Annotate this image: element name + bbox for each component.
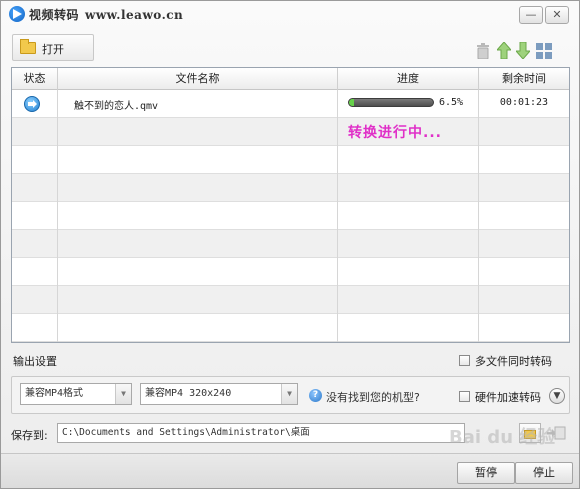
title-bar: 视频转码 www.leawo.cn — ✕ xyxy=(1,1,579,27)
column-divider xyxy=(478,90,479,342)
help-icon[interactable]: ? xyxy=(309,389,322,402)
chevron-down-icon: ▼ xyxy=(281,384,297,404)
hw-accel-label: 硬件加速转码 xyxy=(475,391,541,404)
progress-fill xyxy=(349,99,355,106)
profile-select[interactable]: 兼容MP4 320x240 ▼ xyxy=(140,383,298,405)
multi-file-checkbox[interactable] xyxy=(459,355,470,366)
table-row xyxy=(12,174,569,202)
trash-icon[interactable] xyxy=(476,43,490,59)
open-button-label: 打开 xyxy=(42,43,64,56)
close-button[interactable]: ✕ xyxy=(545,6,569,24)
device-help-link[interactable]: 没有找到您的机型? xyxy=(326,389,420,405)
column-divider xyxy=(337,90,338,342)
table-row[interactable]: 触不到的恋人.qmv 6.5% 00:01:23 xyxy=(12,90,569,118)
minimize-button[interactable]: — xyxy=(519,6,543,24)
chevron-down-icon: ▼ xyxy=(115,384,131,404)
window-title-url: www.leawo.cn xyxy=(85,8,184,22)
folder-icon xyxy=(20,39,36,54)
output-settings-label: 输出设置 xyxy=(13,355,57,368)
grid-view-icon[interactable] xyxy=(536,43,552,59)
hw-accel-checkbox[interactable] xyxy=(459,391,470,402)
header-progress[interactable]: 进度 xyxy=(338,68,479,90)
move-down-icon[interactable] xyxy=(516,42,530,59)
window-title-name: 视频转码 xyxy=(29,8,80,22)
table-row: 转换进行中... xyxy=(12,118,569,146)
expand-settings-button[interactable]: ▼ xyxy=(549,388,565,404)
progress-bar xyxy=(348,98,434,107)
progress-message: 转换进行中... xyxy=(348,125,442,141)
remaining-time: 00:01:23 xyxy=(499,97,549,108)
browse-folder-button[interactable] xyxy=(519,423,541,443)
open-output-folder-icon[interactable] xyxy=(546,426,566,440)
table-row xyxy=(12,146,569,174)
format-select-value: 兼容MP4格式 xyxy=(25,388,84,399)
format-select[interactable]: 兼容MP4格式 ▼ xyxy=(20,383,132,405)
move-up-icon[interactable] xyxy=(497,42,511,59)
pause-button[interactable]: 暂停 xyxy=(457,462,515,484)
column-divider xyxy=(57,90,58,342)
header-filename[interactable]: 文件名称 xyxy=(58,68,338,90)
save-path-input[interactable]: C:\Documents and Settings\Administrator\… xyxy=(57,423,465,443)
task-table: 状态 文件名称 进度 剩余时间 触不到的恋人.qmv 6.5% 00:01:23… xyxy=(11,67,570,343)
header-remaining[interactable]: 剩余时间 xyxy=(479,68,569,90)
save-to-label: 保存到: xyxy=(11,429,48,442)
progress-percent: 6.5% xyxy=(439,97,464,108)
table-row xyxy=(12,314,569,342)
table-header: 状态 文件名称 进度 剩余时间 xyxy=(12,68,569,90)
open-button[interactable]: 打开 xyxy=(12,34,94,61)
stop-button[interactable]: 停止 xyxy=(515,462,573,484)
folder-icon xyxy=(524,430,536,439)
profile-select-value: 兼容MP4 320x240 xyxy=(145,388,232,399)
table-row xyxy=(12,286,569,314)
table-row xyxy=(12,230,569,258)
header-status[interactable]: 状态 xyxy=(12,68,58,90)
app-window: 视频转码 www.leawo.cn — ✕ 打开 状态 文件名称 进度 剩余时间 xyxy=(0,0,580,489)
multi-file-label: 多文件同时转码 xyxy=(475,355,552,368)
window-title: 视频转码 www.leawo.cn xyxy=(29,6,183,23)
file-name: 触不到的恋人.qmv xyxy=(74,101,159,112)
converting-status-icon xyxy=(24,96,40,112)
table-row xyxy=(12,258,569,286)
table-row xyxy=(12,202,569,230)
app-play-icon xyxy=(9,6,25,22)
